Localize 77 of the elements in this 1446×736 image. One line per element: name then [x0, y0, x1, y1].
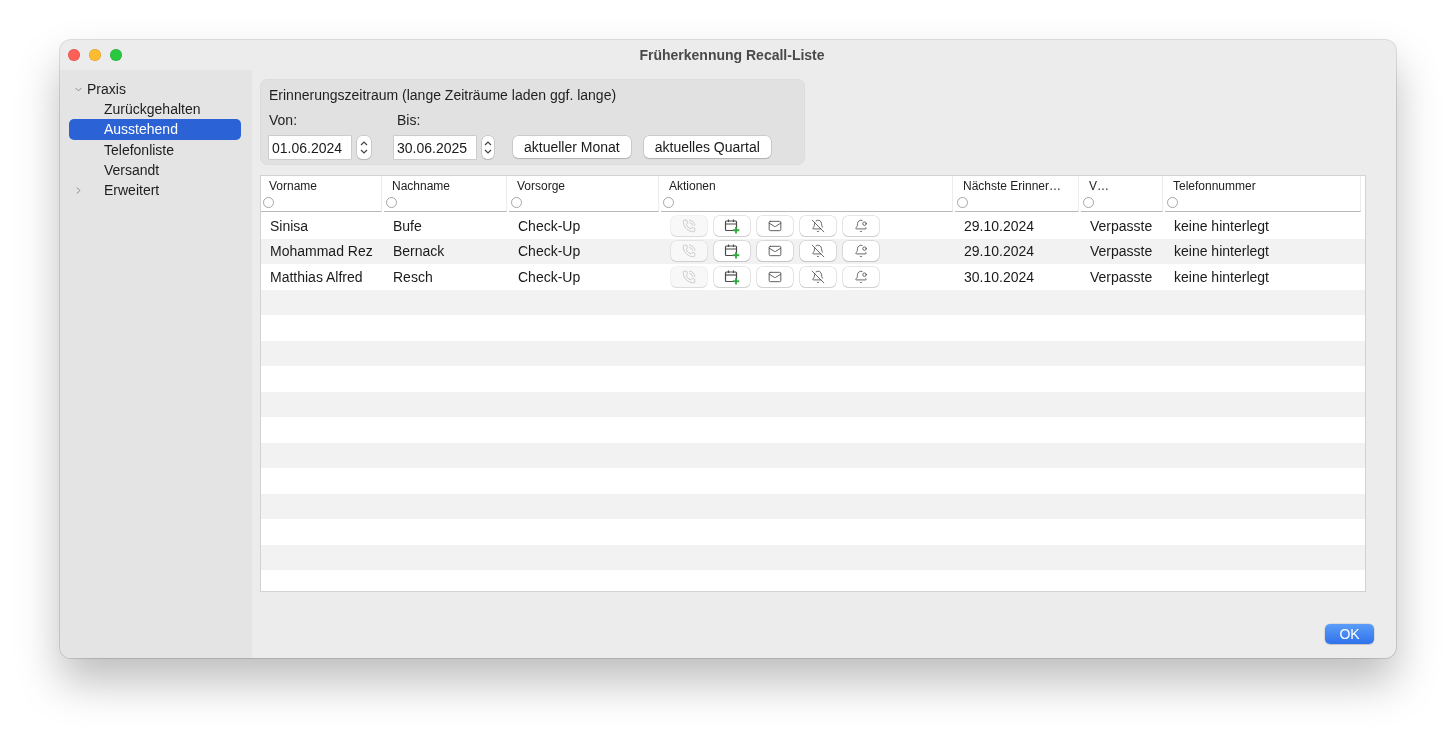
circle-icon: [663, 197, 674, 208]
column-header[interactable]: Telefonnummer: [1173, 179, 1256, 194]
phone-icon: [682, 218, 696, 233]
sidebar-item[interactable]: Erweitert: [69, 179, 241, 201]
column-header[interactable]: V…: [1089, 179, 1109, 194]
ok-button[interactable]: OK: [1325, 624, 1374, 644]
action-button[interactable]: [800, 266, 836, 287]
sidebar-item[interactable]: Zurückgehalten: [69, 99, 241, 120]
action-button[interactable]: [757, 241, 793, 262]
bell-off-icon: [811, 218, 825, 233]
calendar-plus-icon: [724, 243, 740, 260]
phone-icon: [682, 269, 696, 284]
table-cell-text: keine hinterlegt: [1173, 217, 1269, 234]
sidebar-item[interactable]: Versandt: [69, 159, 241, 180]
table-cell-text: keine hinterlegt: [1173, 243, 1269, 260]
circle-icon: [386, 197, 397, 208]
table-cell-text: 30.10.2024: [963, 268, 1035, 285]
circle-icon: [263, 197, 274, 208]
action-button[interactable]: [714, 266, 750, 287]
mail-icon: [768, 218, 782, 233]
bell-dot-icon: [854, 269, 868, 284]
sidebar-item[interactable]: Praxis: [69, 79, 241, 100]
table-cell-text: Sinisa: [269, 217, 309, 234]
table-cell-text: Check-Up: [517, 268, 581, 285]
sidebar-item[interactable]: Telefonliste: [69, 139, 241, 160]
panel-title: Erinnerungszeitraum (lange Zeiträume laden ggf. lange): [269, 87, 618, 104]
table-cell-text: Resch: [392, 268, 433, 285]
bell-off-icon: [811, 269, 825, 284]
preset-button[interactable]: aktuelles Quartal: [643, 136, 771, 158]
circle-icon: [1083, 197, 1094, 208]
chevron-up-down-icon: [484, 140, 492, 155]
column-header[interactable]: Nachname: [392, 179, 451, 194]
table-cell-text: Mohammad Rez: [269, 243, 373, 260]
circle-icon: [1167, 197, 1178, 208]
action-button[interactable]: [800, 215, 836, 236]
column-header[interactable]: Vorsorge: [517, 179, 566, 194]
preset-button[interactable]: aktueller Monat: [513, 136, 631, 158]
table-cell-text: Verpasste: [1089, 268, 1153, 285]
table-cell-text: 29.10.2024: [963, 217, 1035, 234]
table-cell-text: Check-Up: [517, 243, 581, 260]
close-button[interactable]: [68, 49, 80, 61]
table-cell-text: Matthias Alfred: [269, 268, 363, 285]
column-header[interactable]: Nächste Erinner…: [963, 179, 1062, 194]
chevron-up-down-icon: [360, 140, 368, 155]
action-button[interactable]: [757, 266, 793, 287]
date-field[interactable]: 30.06.2025: [394, 136, 476, 159]
bell-dot-icon: [854, 244, 868, 259]
action-button[interactable]: [757, 215, 793, 236]
window-title: Früherkennung Recall-Liste: [639, 47, 825, 63]
table-cell-text: Verpasste: [1089, 243, 1153, 260]
circle-icon: [511, 197, 522, 208]
stepper-button[interactable]: [357, 136, 371, 159]
field-label: Bis:: [396, 112, 422, 129]
column-header[interactable]: Aktionen: [669, 179, 716, 194]
table-cell-text: Bufe: [392, 217, 422, 234]
field-label: Von:: [269, 112, 299, 129]
circle-icon: [957, 197, 968, 208]
calendar-plus-icon: [724, 217, 740, 234]
column-header[interactable]: Vorname: [269, 179, 318, 194]
table-cell-text: Bernack: [392, 243, 445, 260]
action-button[interactable]: [714, 241, 750, 262]
stepper-button[interactable]: [482, 136, 494, 159]
bell-dot-icon: [854, 218, 868, 233]
bell-off-icon: [811, 244, 825, 259]
table-cell-text: Verpasste: [1089, 217, 1153, 234]
table-cell-text: keine hinterlegt: [1173, 268, 1269, 285]
date-field[interactable]: 01.06.2024: [269, 136, 351, 159]
table-cell-text: Check-Up: [517, 217, 581, 234]
table-cell-text: 29.10.2024: [963, 243, 1035, 260]
mail-icon: [768, 269, 782, 284]
action-button[interactable]: [714, 215, 750, 236]
action-button[interactable]: [800, 241, 836, 262]
phone-icon: [682, 244, 696, 259]
sidebar-item[interactable]: Ausstehend: [69, 119, 241, 140]
mail-icon: [768, 244, 782, 259]
zoom-button[interactable]: [110, 49, 122, 61]
calendar-plus-icon: [724, 268, 740, 285]
